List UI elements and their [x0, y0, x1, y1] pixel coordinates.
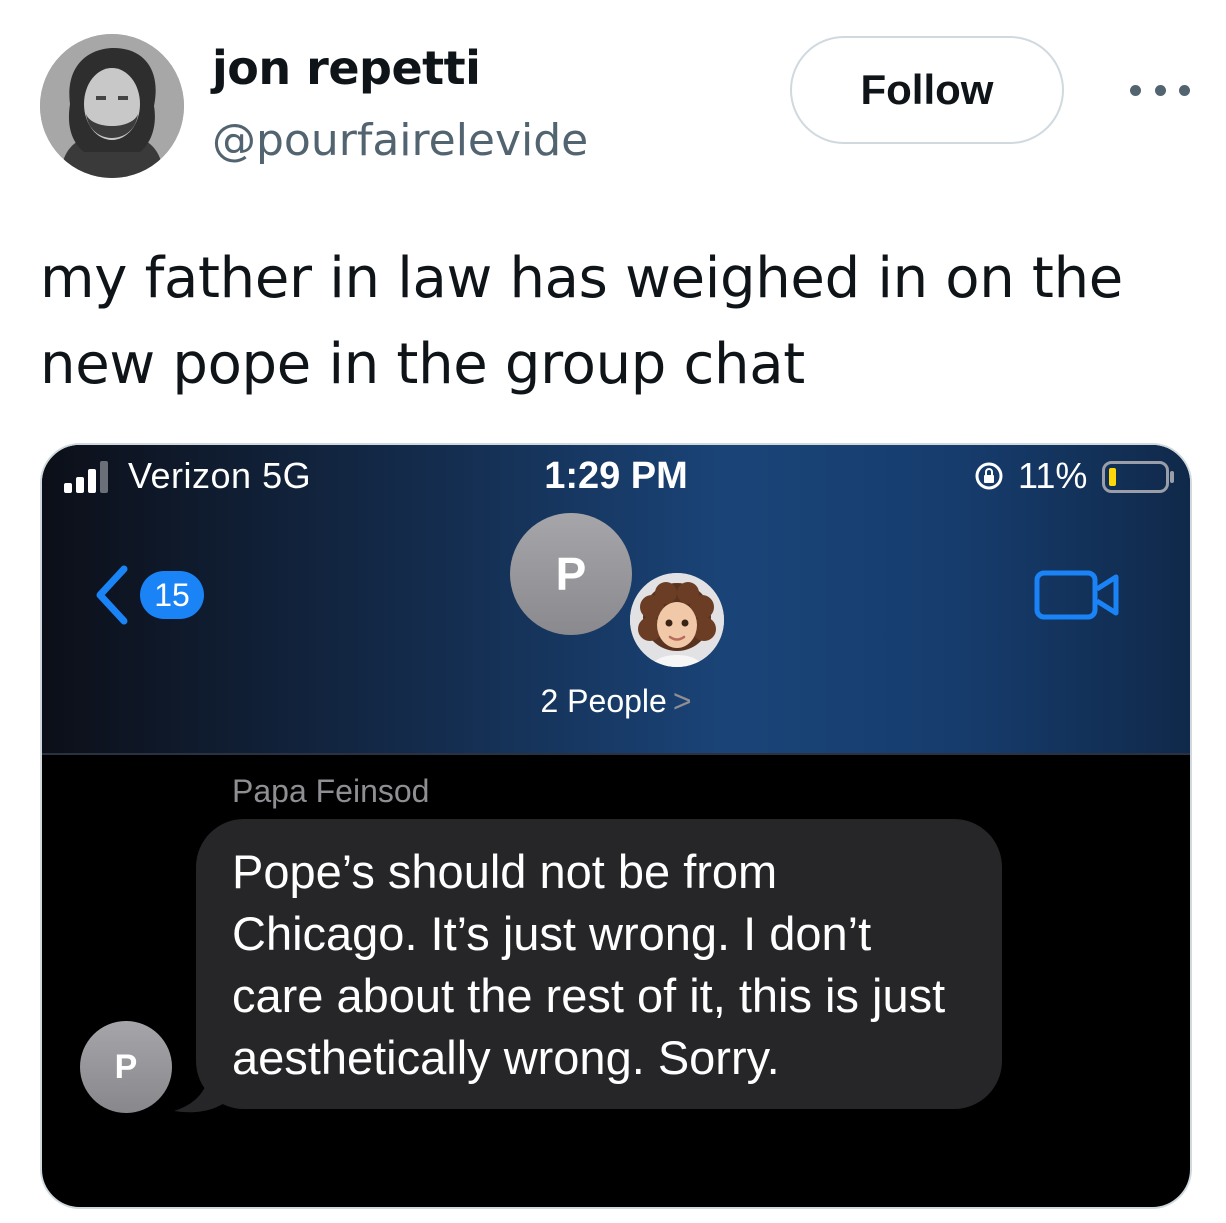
- more-dot: [1154, 84, 1166, 96]
- unread-count-badge: 15: [140, 571, 204, 619]
- more-dot: [1130, 84, 1141, 96]
- author-handle[interactable]: @pourfairelevide: [212, 112, 588, 170]
- video-call-icon[interactable]: [1034, 569, 1120, 621]
- author-display-name[interactable]: jon repetti: [212, 38, 481, 98]
- status-bar: Verizon 5G 1:29 PM 11%: [42, 445, 1190, 515]
- people-count-label: 2 People: [540, 683, 667, 719]
- group-avatar[interactable]: P: [510, 513, 632, 635]
- battery-icon: [1102, 461, 1174, 493]
- memoji-avatar[interactable]: [630, 573, 724, 667]
- more-dot: [1179, 84, 1190, 96]
- message-bubble[interactable]: Pope’s should not be from Chicago. It’s …: [196, 819, 1002, 1109]
- message-text: Pope’s should not be from Chicago. It’s …: [232, 845, 946, 1084]
- sender-name: Papa Feinsod: [232, 773, 430, 809]
- back-button[interactable]: 15: [92, 565, 204, 625]
- sender-avatar[interactable]: P: [80, 1021, 172, 1113]
- messages-header: Verizon 5G 1:29 PM 11% 15 P 2 People >: [42, 445, 1190, 755]
- author-avatar[interactable]: [40, 34, 184, 178]
- rotation-lock-icon: [975, 462, 1003, 490]
- follow-button[interactable]: Follow: [790, 36, 1064, 144]
- group-members-link[interactable]: 2 People >: [42, 683, 1190, 720]
- battery-percentage: 11%: [1018, 455, 1088, 496]
- chevron-right-icon: >: [672, 683, 692, 719]
- more-options-icon[interactable]: [1130, 78, 1190, 102]
- back-chevron-icon: [96, 565, 128, 625]
- tweet-media-image[interactable]: Verizon 5G 1:29 PM 11% 15 P 2 People > P…: [40, 443, 1192, 1209]
- tweet-text: my father in law has weighed in on the n…: [40, 246, 1123, 397]
